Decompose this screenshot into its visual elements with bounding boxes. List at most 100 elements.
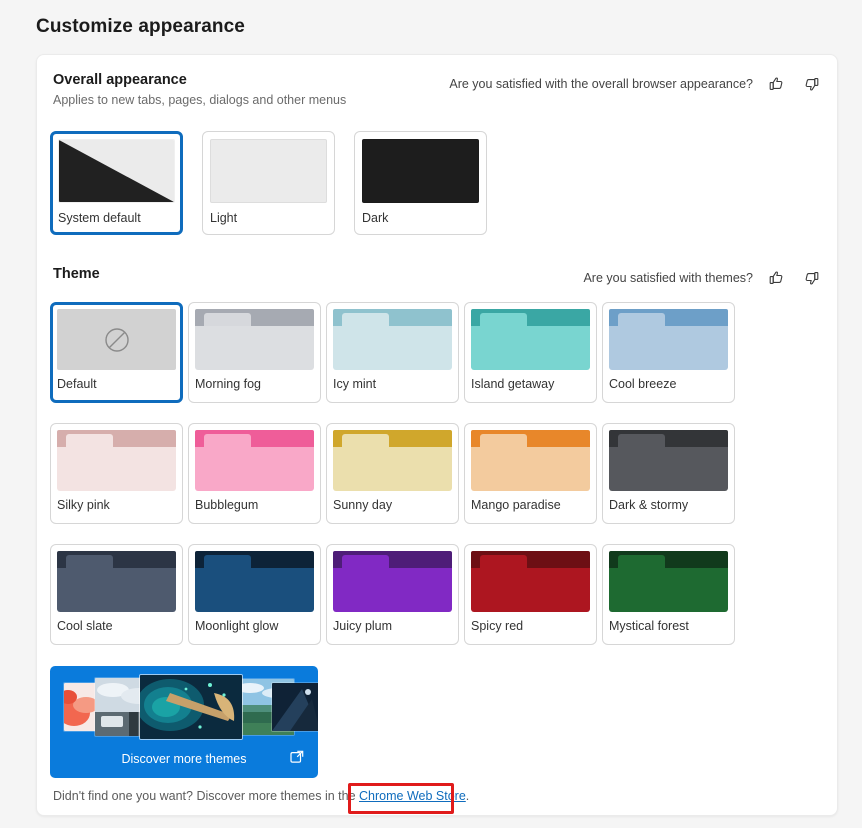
theme-option-sunny-day[interactable]: Sunny day: [326, 423, 459, 524]
theme-thumb: [333, 309, 452, 370]
theme-mini-body: [195, 447, 314, 491]
theme-label: Silky pink: [57, 498, 110, 512]
theme-mini-browser: [57, 551, 176, 612]
theme-mini-browser: [195, 309, 314, 370]
appearance-thumb-light: [210, 139, 327, 203]
overall-appearance-section: Overall appearance Applies to new tabs, …: [53, 72, 821, 107]
theme-thumb: [195, 551, 314, 612]
footer-text-after: .: [465, 789, 470, 803]
theme-thumb: [333, 551, 452, 612]
theme-mini-tab: [342, 313, 389, 326]
theme-label: Island getaway: [471, 377, 555, 391]
theme-option-bubblegum[interactable]: Bubblegum: [188, 423, 321, 524]
theme-option-dark-stormy[interactable]: Dark & stormy: [602, 423, 735, 524]
theme-mini-tab: [342, 434, 389, 447]
appearance-option-dark[interactable]: Dark: [354, 131, 487, 235]
theme-mini-tab: [204, 434, 251, 447]
appearance-thumb-system-default: [58, 139, 175, 203]
theme-mini-browser: [609, 430, 728, 491]
theme-thumb: [195, 309, 314, 370]
theme-option-island-getaway[interactable]: Island getaway: [464, 302, 597, 403]
theme-label: Spicy red: [471, 619, 524, 633]
theme-mini-browser: [471, 309, 590, 370]
theme-feedback-question: Are you satisfied with themes?: [583, 271, 753, 285]
theme-mini-tab: [618, 555, 665, 568]
theme-option-icy-mint[interactable]: Icy mint: [326, 302, 459, 403]
collage-thumb-3: [140, 675, 242, 739]
appearance-option-light[interactable]: Light: [202, 131, 335, 235]
overall-appearance-options: System default Light Dark: [50, 131, 487, 235]
theme-mini-tab: [66, 434, 113, 447]
discover-more-themes-label: Discover more themes: [121, 752, 247, 766]
theme-mini-browser: [333, 430, 452, 491]
theme-label: Mango paradise: [471, 498, 561, 512]
theme-mini-body: [57, 447, 176, 491]
theme-preview-collage: [50, 675, 318, 739]
footer-hint: Didn't find one you want? Discover more …: [53, 789, 469, 803]
footer-text-before: Didn't find one you want? Discover more …: [53, 789, 360, 803]
thumbs-up-icon[interactable]: [767, 74, 787, 94]
chrome-web-store-link[interactable]: Chrome Web Store: [359, 789, 466, 803]
appearance-label-system-default: System default: [58, 211, 141, 225]
appearance-option-system-default[interactable]: System default: [50, 131, 183, 235]
thumbs-down-icon[interactable]: [801, 268, 821, 288]
overall-appearance-feedback-question: Are you satisfied with the overall brows…: [449, 77, 753, 91]
theme-option-spicy-red[interactable]: Spicy red: [464, 544, 597, 645]
theme-thumb: [471, 309, 590, 370]
theme-thumb: [609, 309, 728, 370]
theme-mini-body: [195, 568, 314, 612]
theme-title: Theme: [53, 266, 100, 282]
theme-mini-tab: [342, 555, 389, 568]
discover-more-themes-banner[interactable]: Discover more themes: [50, 666, 318, 778]
theme-option-cool-slate[interactable]: Cool slate: [50, 544, 183, 645]
theme-section-header: Theme Are you satisfied with themes?: [53, 266, 821, 288]
theme-label: Sunny day: [333, 498, 393, 512]
theme-mini-tab: [480, 434, 527, 447]
theme-label: Morning fog: [195, 377, 262, 391]
theme-option-silky-pink[interactable]: Silky pink: [50, 423, 183, 524]
theme-thumb: [609, 430, 728, 491]
theme-mini-body: [471, 326, 590, 370]
theme-thumb: [57, 551, 176, 612]
theme-thumb: [57, 309, 176, 370]
thumbs-down-icon[interactable]: [801, 74, 821, 94]
theme-label: Mystical forest: [609, 619, 689, 633]
theme-option-default[interactable]: Default: [50, 302, 183, 403]
theme-option-mango-paradise[interactable]: Mango paradise: [464, 423, 597, 524]
theme-thumb: [57, 430, 176, 491]
theme-mini-body: [57, 568, 176, 612]
theme-mini-body: [333, 447, 452, 491]
theme-option-cool-breeze[interactable]: Cool breeze: [602, 302, 735, 403]
theme-feedback: Are you satisfied with themes?: [583, 266, 821, 288]
overall-appearance-feedback: Are you satisfied with the overall brows…: [449, 72, 821, 94]
page-title: Customize appearance: [36, 16, 245, 37]
theme-mini-browser: [471, 551, 590, 612]
theme-thumb: [471, 551, 590, 612]
theme-mini-tab: [204, 555, 251, 568]
theme-option-juicy-plum[interactable]: Juicy plum: [326, 544, 459, 645]
overall-appearance-header: Overall appearance Applies to new tabs, …: [53, 72, 821, 107]
theme-mini-browser: [333, 551, 452, 612]
overall-appearance-subtitle: Applies to new tabs, pages, dialogs and …: [53, 93, 347, 107]
theme-mini-tab: [204, 313, 251, 326]
theme-mini-body: [333, 326, 452, 370]
theme-option-morning-fog[interactable]: Morning fog: [188, 302, 321, 403]
theme-option-moonlight-glow[interactable]: Moonlight glow: [188, 544, 321, 645]
theme-mini-browser: [195, 551, 314, 612]
theme-mini-body: [195, 326, 314, 370]
theme-mini-tab: [480, 555, 527, 568]
thumbs-up-icon[interactable]: [767, 268, 787, 288]
theme-mini-browser: [609, 309, 728, 370]
theme-mini-body: [471, 447, 590, 491]
appearance-label-light: Light: [210, 211, 238, 225]
no-theme-icon: [104, 327, 129, 352]
customize-appearance-page: Customize appearance Overall appearance …: [0, 0, 862, 828]
theme-option-mystical-forest[interactable]: Mystical forest: [602, 544, 735, 645]
theme-label: Cool slate: [57, 619, 113, 633]
theme-mini-body: [471, 568, 590, 612]
appearance-thumb-dark: [362, 139, 479, 203]
theme-thumb: [333, 430, 452, 491]
appearance-label-dark: Dark: [362, 211, 389, 225]
theme-mini-tab: [66, 555, 113, 568]
theme-label: Moonlight glow: [195, 619, 279, 633]
